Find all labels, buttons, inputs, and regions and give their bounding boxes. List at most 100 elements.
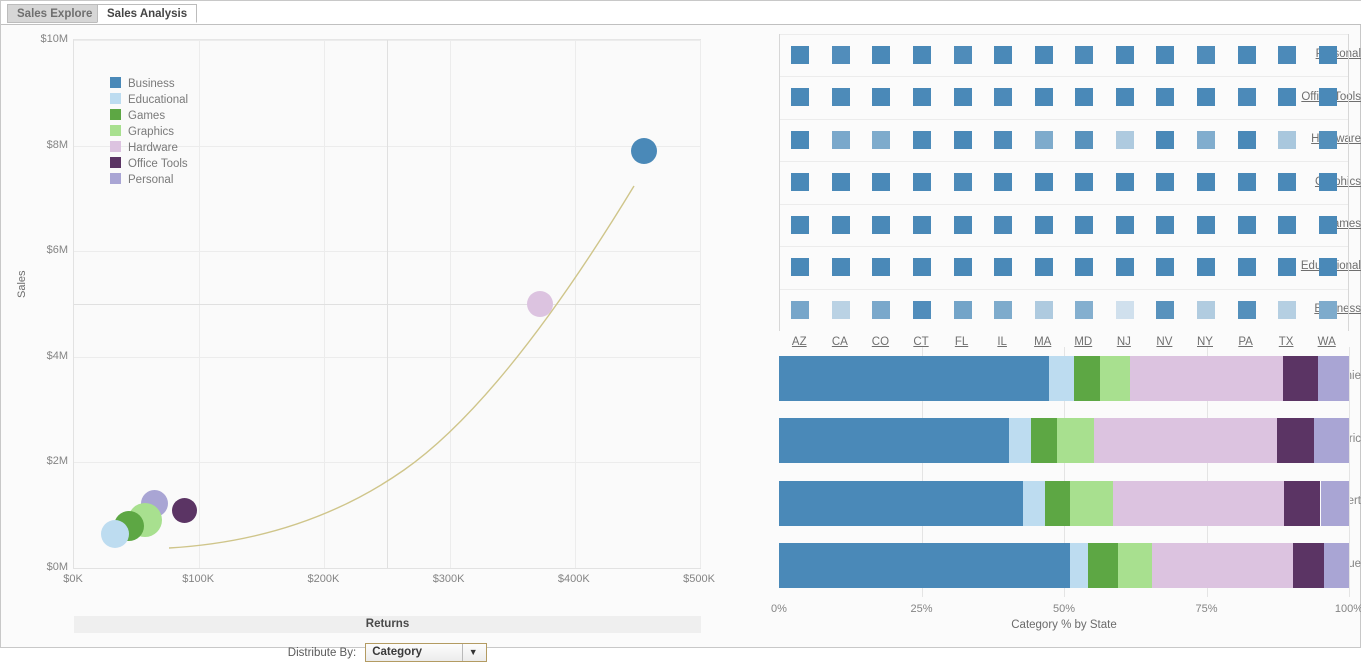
matrix-cell[interactable] <box>994 46 1013 64</box>
matrix-cell[interactable] <box>1156 88 1175 107</box>
matrix-cell[interactable] <box>831 88 850 107</box>
matrix-cell[interactable] <box>1034 130 1053 149</box>
matrix-cell[interactable] <box>1237 258 1256 277</box>
bar-segment-educational[interactable] <box>1008 418 1031 464</box>
matrix-cell[interactable] <box>1318 173 1337 192</box>
bar-row[interactable] <box>779 418 1349 464</box>
bar-segment-games[interactable] <box>1073 355 1101 401</box>
bar-segment-graphics[interactable] <box>1100 355 1131 401</box>
matrix-cell[interactable] <box>1115 215 1134 234</box>
matrix-cell[interactable] <box>872 215 891 234</box>
matrix-cell[interactable] <box>1237 215 1256 234</box>
matrix-cell[interactable] <box>1156 173 1175 192</box>
distribute-by-dropdown[interactable]: Category ▼ <box>365 643 488 662</box>
matrix-cell[interactable] <box>1034 173 1053 192</box>
bars-plot-area[interactable] <box>779 347 1350 597</box>
matrix-cell[interactable] <box>994 173 1013 192</box>
legend-item[interactable]: Personal <box>110 172 188 188</box>
bar-segment-hardware[interactable] <box>1130 355 1283 401</box>
matrix-cell[interactable] <box>831 130 850 149</box>
matrix-cell[interactable] <box>1115 173 1134 192</box>
bar-segment-business[interactable] <box>779 543 1071 589</box>
matrix-cell[interactable] <box>1115 258 1134 277</box>
bubble-office-tools[interactable] <box>171 498 197 524</box>
matrix-cell[interactable] <box>1278 258 1297 277</box>
matrix-cell[interactable] <box>791 46 810 64</box>
matrix-grid[interactable] <box>779 34 1349 331</box>
matrix-cell[interactable] <box>953 173 972 192</box>
matrix-cell[interactable] <box>913 130 931 149</box>
matrix-cell[interactable] <box>1318 130 1337 149</box>
matrix-cell[interactable] <box>1034 88 1053 107</box>
bar-segment-games[interactable] <box>1045 480 1071 526</box>
matrix-cell[interactable] <box>1115 300 1134 319</box>
matrix-cell[interactable] <box>872 300 891 319</box>
bar-segment-office-tools[interactable] <box>1282 355 1319 401</box>
bar-segment-graphics[interactable] <box>1070 480 1114 526</box>
matrix-cell[interactable] <box>1075 173 1094 192</box>
matrix-cell[interactable] <box>791 215 810 234</box>
matrix-cell[interactable] <box>1278 130 1297 149</box>
bubble-business[interactable] <box>630 137 657 164</box>
matrix-cell[interactable] <box>913 215 931 234</box>
matrix-cell[interactable] <box>872 258 891 277</box>
bar-segment-games[interactable] <box>1030 418 1058 464</box>
matrix-cell[interactable] <box>1278 88 1297 107</box>
matrix-cell[interactable] <box>1156 46 1175 64</box>
bar-segment-personal[interactable] <box>1313 418 1349 464</box>
matrix-cell[interactable] <box>1197 258 1215 277</box>
legend-item[interactable]: Graphics <box>110 124 188 140</box>
bar-segment-office-tools[interactable] <box>1292 543 1324 589</box>
matrix-cell[interactable] <box>1156 300 1175 319</box>
matrix-cell[interactable] <box>913 46 931 64</box>
matrix-cell[interactable] <box>1034 215 1053 234</box>
matrix-cell[interactable] <box>1237 88 1256 107</box>
matrix-cell[interactable] <box>1075 258 1094 277</box>
legend-item[interactable]: Business <box>110 76 188 92</box>
matrix-cell[interactable] <box>953 300 972 319</box>
matrix-cell[interactable] <box>1156 215 1175 234</box>
matrix-cell[interactable] <box>831 300 850 319</box>
matrix-cell[interactable] <box>1115 130 1134 149</box>
matrix-cell[interactable] <box>953 46 972 64</box>
matrix-cell[interactable] <box>913 88 931 107</box>
bar-segment-office-tools[interactable] <box>1284 480 1321 526</box>
bar-segment-office-tools[interactable] <box>1276 418 1314 464</box>
matrix-cell[interactable] <box>1237 46 1256 64</box>
legend-item[interactable]: Games <box>110 108 188 124</box>
matrix-cell[interactable] <box>872 88 891 107</box>
matrix-cell[interactable] <box>831 215 850 234</box>
matrix-cell[interactable] <box>791 258 810 277</box>
matrix-cell[interactable] <box>994 300 1013 319</box>
matrix-cell[interactable] <box>1278 173 1297 192</box>
scatter-x-axis-title[interactable]: Returns <box>74 616 701 633</box>
bar-row[interactable] <box>779 480 1349 526</box>
matrix-cell[interactable] <box>831 173 850 192</box>
matrix-cell[interactable] <box>1075 88 1094 107</box>
matrix-cell[interactable] <box>1115 88 1134 107</box>
legend-item[interactable]: Educational <box>110 92 188 108</box>
matrix-cell[interactable] <box>791 173 810 192</box>
bar-segment-hardware[interactable] <box>1113 480 1285 526</box>
matrix-cell[interactable] <box>831 258 850 277</box>
bar-segment-business[interactable] <box>779 418 1009 464</box>
bar-segment-educational[interactable] <box>1048 355 1074 401</box>
matrix-cell[interactable] <box>1075 215 1094 234</box>
matrix-cell[interactable] <box>994 258 1013 277</box>
bar-segment-personal[interactable] <box>1318 355 1349 401</box>
bar-segment-business[interactable] <box>779 355 1049 401</box>
matrix-cell[interactable] <box>872 130 891 149</box>
matrix-cell[interactable] <box>1034 46 1053 64</box>
matrix-cell[interactable] <box>1237 300 1256 319</box>
matrix-cell[interactable] <box>1237 173 1256 192</box>
bar-segment-games[interactable] <box>1087 543 1119 589</box>
matrix-cell[interactable] <box>994 130 1013 149</box>
matrix-cell[interactable] <box>1278 300 1297 319</box>
matrix-cell[interactable] <box>994 215 1013 234</box>
matrix-cell[interactable] <box>1318 300 1337 319</box>
matrix-cell[interactable] <box>994 88 1013 107</box>
bar-segment-personal[interactable] <box>1320 480 1349 526</box>
matrix-cell[interactable] <box>953 215 972 234</box>
matrix-cell[interactable] <box>913 258 931 277</box>
matrix-cell[interactable] <box>791 88 810 107</box>
